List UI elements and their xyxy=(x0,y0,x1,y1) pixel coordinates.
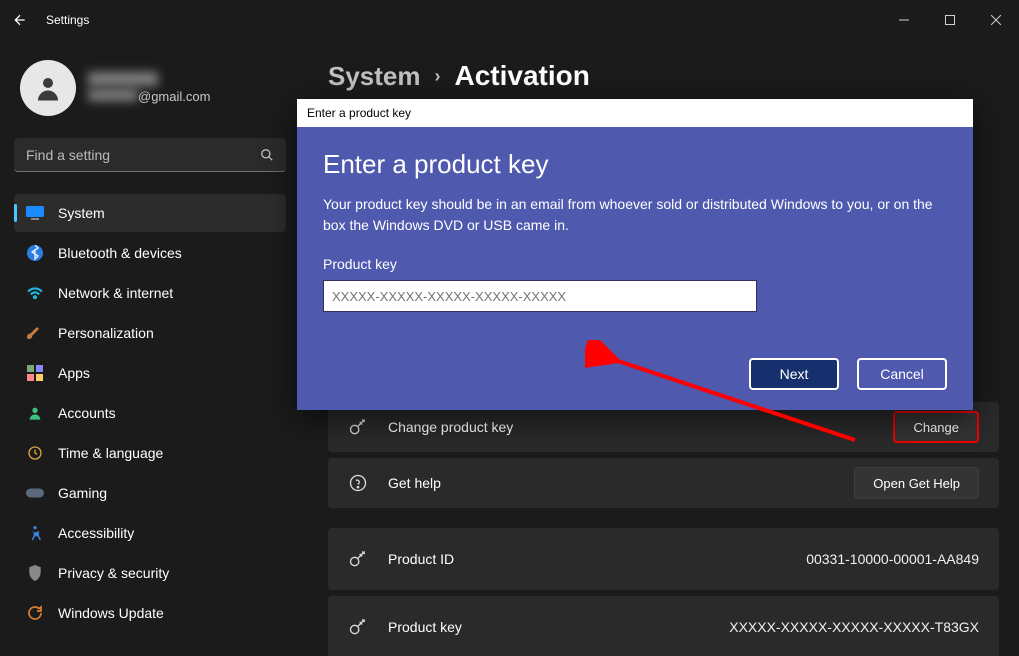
search-icon xyxy=(260,148,274,162)
user-name xyxy=(88,72,210,89)
cancel-button[interactable]: Cancel xyxy=(857,358,947,390)
help-icon xyxy=(348,473,370,493)
settings-rows: Change product key Change Get help Open … xyxy=(328,402,999,656)
nav-label: Network & internet xyxy=(58,285,173,301)
nav-item-time-language[interactable]: Time & language xyxy=(14,434,286,472)
key-icon xyxy=(348,417,370,437)
dialog-titlebar: Enter a product key xyxy=(297,99,973,127)
row-product-id: Product ID 00331-10000-00001-AA849 xyxy=(328,528,999,590)
nav-label: Accessibility xyxy=(58,525,134,541)
nav-label: System xyxy=(58,205,105,221)
key-icon xyxy=(348,549,370,569)
nav-label: Accounts xyxy=(58,405,116,421)
row-product-key: Product key XXXXX-XXXXX-XXXXX-XXXXX-T83G… xyxy=(328,596,999,656)
nav-list: System Bluetooth & devices Network & int… xyxy=(14,194,286,632)
settings-window: Settings @gmail.com xyxy=(0,0,1019,656)
app-title: Settings xyxy=(46,13,89,27)
brush-icon xyxy=(26,324,44,342)
nav-item-bluetooth[interactable]: Bluetooth & devices xyxy=(14,234,286,272)
shield-icon xyxy=(26,564,44,582)
nav-label: Personalization xyxy=(58,325,154,341)
search-input[interactable] xyxy=(14,138,286,172)
maximize-button[interactable] xyxy=(927,0,973,40)
avatar xyxy=(20,60,76,116)
open-get-help-button[interactable]: Open Get Help xyxy=(854,467,979,499)
system-icon xyxy=(26,204,44,222)
bluetooth-icon xyxy=(26,244,44,262)
key-icon xyxy=(348,617,370,637)
nav-item-accounts[interactable]: Accounts xyxy=(14,394,286,432)
product-key-label: Product key xyxy=(323,256,947,272)
nav-item-update[interactable]: Windows Update xyxy=(14,594,286,632)
nav-label: Privacy & security xyxy=(58,565,169,581)
wifi-icon xyxy=(26,284,44,302)
search-box xyxy=(14,138,286,172)
nav-item-gaming[interactable]: Gaming xyxy=(14,474,286,512)
nav-item-personalization[interactable]: Personalization xyxy=(14,314,286,352)
nav-item-privacy[interactable]: Privacy & security xyxy=(14,554,286,592)
user-info: @gmail.com xyxy=(88,72,210,104)
gamepad-icon xyxy=(26,484,44,502)
breadcrumb: System › Activation xyxy=(328,60,999,92)
product-key-value: XXXXX-XXXXX-XXXXX-XXXXX-T83GX xyxy=(729,619,979,635)
chevron-right-icon: › xyxy=(435,66,441,87)
minimize-button[interactable] xyxy=(881,0,927,40)
row-get-help: Get help Open Get Help xyxy=(328,458,999,508)
window-controls xyxy=(881,0,1019,40)
row-label: Product key xyxy=(388,619,711,635)
row-label: Product ID xyxy=(388,551,788,567)
nav-label: Apps xyxy=(58,365,90,381)
nav-item-system[interactable]: System xyxy=(14,194,286,232)
nav-item-accessibility[interactable]: Accessibility xyxy=(14,514,286,552)
row-label: Get help xyxy=(388,475,836,491)
row-label: Change product key xyxy=(388,419,875,435)
nav-item-apps[interactable]: Apps xyxy=(14,354,286,392)
dialog-buttons: Next Cancel xyxy=(323,358,947,390)
back-icon[interactable] xyxy=(12,12,28,28)
nav-label: Windows Update xyxy=(58,605,164,621)
dialog-body: Enter a product key Your product key sho… xyxy=(297,127,973,410)
person-icon xyxy=(26,404,44,422)
enter-product-key-dialog: Enter a product key Enter a product key … xyxy=(297,99,973,410)
titlebar: Settings xyxy=(0,0,1019,40)
product-key-input[interactable] xyxy=(323,280,757,312)
breadcrumb-current: Activation xyxy=(455,60,590,92)
user-profile[interactable]: @gmail.com xyxy=(14,60,286,116)
sidebar: @gmail.com System Bluetooth & devices xyxy=(0,40,300,656)
product-id-value: 00331-10000-00001-AA849 xyxy=(806,551,979,567)
user-email: @gmail.com xyxy=(88,89,210,104)
update-icon xyxy=(26,604,44,622)
breadcrumb-parent[interactable]: System xyxy=(328,61,421,92)
change-button[interactable]: Change xyxy=(893,411,979,443)
accessibility-icon xyxy=(26,524,44,542)
apps-icon xyxy=(26,364,44,382)
clock-icon xyxy=(26,444,44,462)
nav-label: Gaming xyxy=(58,485,107,501)
nav-item-network[interactable]: Network & internet xyxy=(14,274,286,312)
dialog-description: Your product key should be in an email f… xyxy=(323,194,947,236)
titlebar-left: Settings xyxy=(12,12,89,28)
nav-label: Time & language xyxy=(58,445,163,461)
next-button[interactable]: Next xyxy=(749,358,839,390)
close-button[interactable] xyxy=(973,0,1019,40)
dialog-title: Enter a product key xyxy=(323,149,947,180)
nav-label: Bluetooth & devices xyxy=(58,245,182,261)
